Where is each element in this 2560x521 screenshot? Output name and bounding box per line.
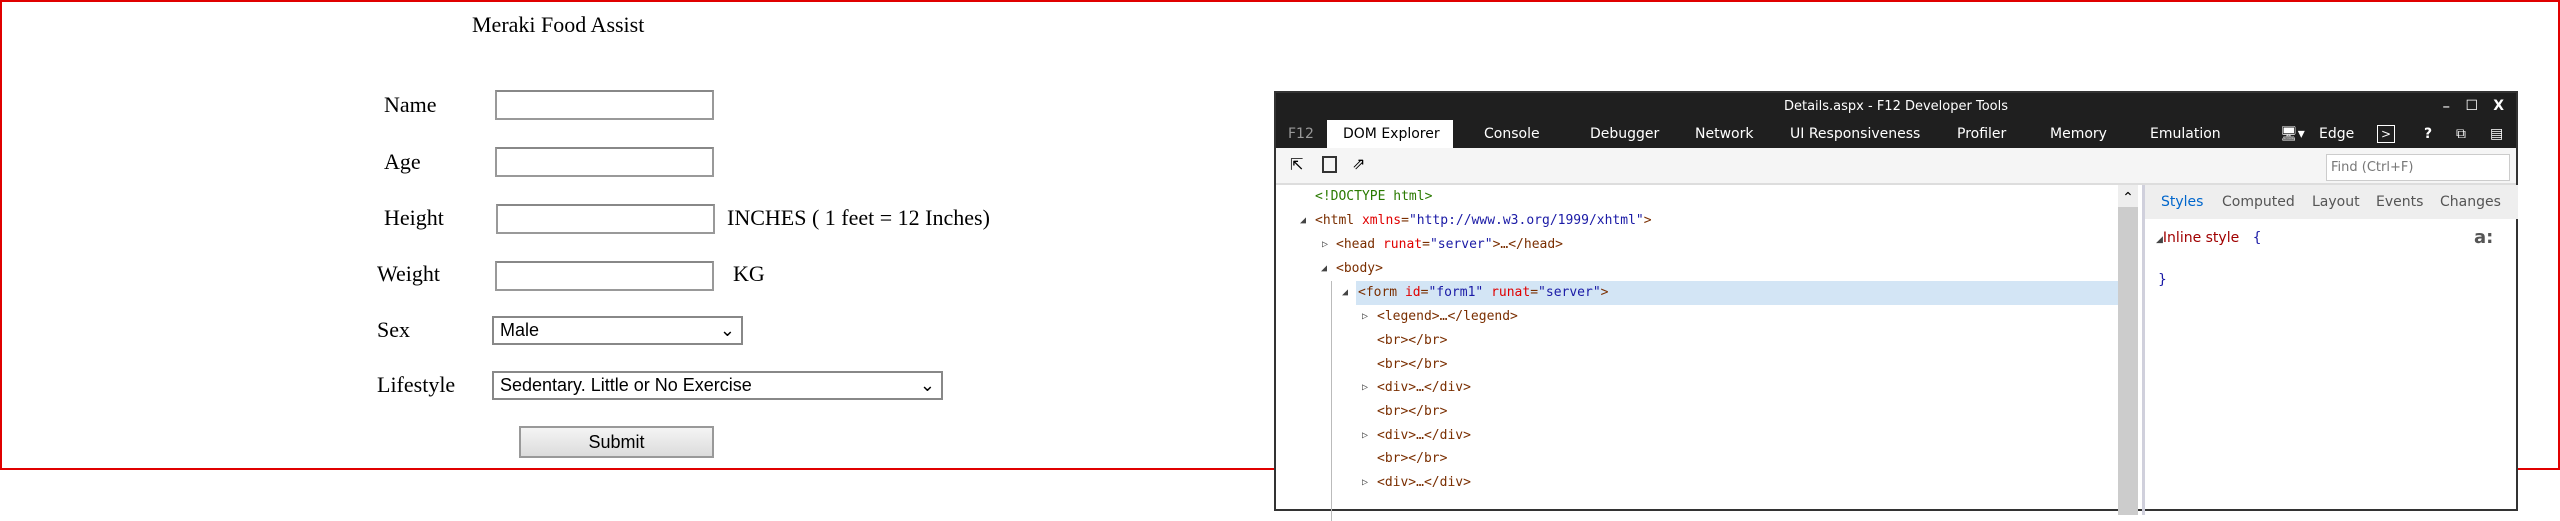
sex-label: Sex (377, 317, 410, 342)
devtools-titlebar: Details.aspx - F12 Developer Tools – ☐ X (1276, 93, 2516, 120)
doctype-node[interactable]: <!DOCTYPE html> (1315, 185, 1432, 209)
tab-debugger[interactable]: Debugger (1590, 120, 1659, 148)
tab-console[interactable]: Console (1484, 120, 1540, 148)
form-node[interactable]: <form id="form1" runat="server"> (1358, 281, 1609, 305)
f12-label: F12 (1288, 126, 1314, 142)
lifestyle-value: Sedentary. Little or No Exercise (500, 375, 752, 395)
tab-dom-explorer[interactable]: DOM Explorer (1327, 120, 1453, 148)
devtools-title: Details.aspx - F12 Developer Tools (1783, 99, 2008, 114)
dock-icon[interactable]: ▤ (2490, 120, 2503, 148)
collapse-icon[interactable]: ◢ (1300, 209, 1306, 233)
tab-changes[interactable]: Changes (2440, 185, 2501, 219)
dom-tree: <!DOCTYPE html> ◢ <html xmlns="http://ww… (1276, 185, 2138, 521)
expand-icon[interactable]: ▷ (1362, 424, 1368, 448)
styles-pane: Styles Computed Layout Events Changes ◢I… (2142, 185, 2518, 515)
br-node[interactable]: <br></br> (1377, 447, 1447, 471)
devtools-tabs: F12 DOM Explorer Console Debugger Networ… (1276, 120, 2516, 148)
br-node[interactable]: <br></br> (1377, 329, 1447, 353)
age-label: Age (384, 149, 421, 174)
tab-styles[interactable]: Styles (2161, 185, 2203, 219)
undock-icon[interactable]: ⧉ (2456, 120, 2466, 148)
inline-style-rule[interactable]: ◢Inline style { (2156, 230, 2262, 246)
collapse-icon[interactable]: ◢ (1321, 257, 1327, 281)
br-node[interactable]: <br></br> (1377, 353, 1447, 377)
html-node[interactable]: <html xmlns="http://www.w3.org/1999/xhtm… (1315, 209, 1652, 233)
styles-tabs: Styles Computed Layout Events Changes (2145, 185, 2518, 219)
lifestyle-label: Lifestyle (377, 372, 456, 397)
collapse-icon: ◢ (2156, 235, 2163, 245)
expand-icon[interactable]: ▷ (1362, 471, 1368, 495)
br-node[interactable]: <br></br> (1377, 400, 1447, 424)
age-input[interactable] (495, 147, 714, 177)
help-icon[interactable]: ? (2424, 120, 2432, 148)
scroll-up-icon[interactable]: ⌃ (2118, 185, 2138, 207)
devtools-window: Details.aspx - F12 Developer Tools – ☐ X… (1274, 91, 2518, 521)
sex-select[interactable]: Male ⌄ (492, 316, 743, 345)
tab-memory[interactable]: Memory (2050, 120, 2107, 148)
collapse-icon[interactable]: ◢ (1342, 281, 1348, 305)
body-node[interactable]: <body> (1336, 257, 1383, 281)
expand-icon[interactable]: ▷ (1362, 305, 1368, 329)
tree-guide (1331, 281, 1332, 521)
sex-value: Male (500, 320, 540, 340)
chevron-down-icon: ⌄ (719, 320, 735, 340)
tab-ui-responsiveness[interactable]: UI Responsiveness (1790, 120, 1920, 148)
height-unit: INCHES ( 1 feet = 12 Inches) (727, 205, 990, 230)
find-input[interactable]: Find (Ctrl+F) (2326, 154, 2510, 181)
chevron-down-icon: ⌄ (919, 375, 935, 395)
expand-icon[interactable]: ▷ (1322, 233, 1328, 257)
close-icon[interactable]: X (2493, 93, 2504, 120)
page-title: Meraki Food Assist (472, 12, 645, 37)
lifestyle-select[interactable]: Sedentary. Little or No Exercise ⌄ (492, 371, 943, 400)
tab-layout[interactable]: Layout (2312, 185, 2360, 219)
div-node[interactable]: <div>…</div> (1377, 376, 1471, 400)
legend-node[interactable]: <legend>…</legend> (1377, 305, 1518, 329)
tab-profiler[interactable]: Profiler (1957, 120, 2006, 148)
weight-input[interactable] (495, 261, 714, 291)
submit-button[interactable]: Submit (519, 426, 714, 458)
height-label: Height (384, 205, 444, 230)
tab-emulation[interactable]: Emulation (2150, 120, 2221, 148)
device-icon[interactable]: 🖥▾ (2280, 120, 2305, 148)
dom-scrollbar[interactable]: ⌃ (2118, 185, 2138, 515)
weight-unit: KG (733, 261, 765, 286)
div-node[interactable]: <div>…</div> (1377, 471, 1471, 495)
document-mode[interactable]: Edge (2319, 120, 2354, 148)
close-brace: } (2158, 272, 2167, 288)
weight-label: Weight (377, 261, 440, 286)
head-node[interactable]: <head runat="server">…</head> (1336, 233, 1563, 257)
name-label: Name (384, 92, 437, 117)
name-input[interactable] (495, 90, 714, 120)
dom-toolbar: ⇱ ⇗ Find (Ctrl+F) (1276, 148, 2516, 185)
div-node[interactable]: <div>…</div> (1377, 424, 1471, 448)
tab-computed[interactable]: Computed (2222, 185, 2295, 219)
expand-icon[interactable]: ▷ (1362, 376, 1368, 400)
select-element-icon[interactable]: ⇱ (1290, 155, 1303, 174)
console-toggle-icon[interactable]: > (2377, 125, 2396, 143)
minimize-icon[interactable]: – (2443, 93, 2451, 120)
maximize-icon[interactable]: ☐ (2465, 93, 2478, 120)
height-input[interactable] (496, 204, 715, 234)
pseudo-class-toggle[interactable]: a: (2474, 227, 2493, 248)
color-picker-icon[interactable]: ⇗ (1352, 154, 1365, 173)
tab-network[interactable]: Network (1695, 120, 1753, 148)
highlight-element-icon[interactable] (1322, 156, 1337, 173)
tab-events[interactable]: Events (2376, 185, 2423, 219)
